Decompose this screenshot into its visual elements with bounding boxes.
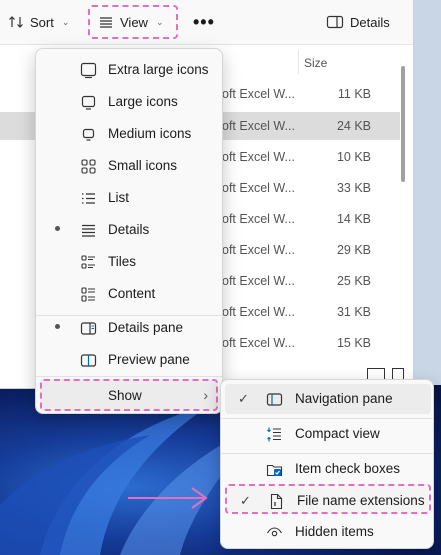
extra-large-icons-icon — [80, 62, 97, 79]
menu-item-large-icons[interactable]: Large icons — [40, 87, 218, 117]
large-icons-icon — [80, 94, 97, 111]
file-type: oft Excel W... — [222, 212, 295, 226]
more-icon: ••• — [193, 11, 215, 32]
details-pane-icon — [326, 14, 344, 30]
chevron-down-icon: ⌄ — [155, 16, 164, 27]
chevron-right-icon: › — [203, 387, 208, 403]
vertical-scrollbar[interactable] — [401, 66, 405, 182]
file-size: 11 KB — [337, 87, 371, 101]
file-type: oft Excel W... — [222, 119, 295, 133]
sort-label: Sort — [30, 14, 54, 30]
menu-item-extra-large-icons[interactable]: Extra large icons — [40, 55, 218, 85]
menu-item-file-name-extensions[interactable]: ✓ File name extensions — [225, 484, 431, 514]
menu-item-compact-view[interactable]: Compact view — [225, 419, 431, 449]
menu-divider — [36, 376, 222, 377]
menu-item-item-check-boxes[interactable]: Item check boxes — [225, 454, 431, 484]
file-type: oft Excel W... — [222, 274, 295, 288]
medium-icons-icon — [80, 126, 97, 143]
view-label: View — [120, 14, 148, 30]
menu-item-list[interactable]: List — [40, 183, 218, 213]
item-check-boxes-icon — [266, 461, 283, 478]
menu-item-label: List — [108, 190, 130, 205]
command-bar: Sort ⌄ View ⌄ ••• Details — [0, 0, 413, 45]
menu-item-label: Tiles — [108, 254, 137, 269]
file-type: oft Excel W... — [222, 87, 295, 101]
file-type: oft Excel W... — [222, 150, 295, 164]
file-type: oft Excel W... — [222, 336, 295, 350]
menu-item-label: Hidden items — [295, 524, 374, 539]
file-type: oft Excel W... — [222, 305, 295, 319]
file-type: oft Excel W... — [222, 181, 295, 195]
menu-item-content[interactable]: Content — [40, 279, 218, 309]
menu-item-label: Details pane — [108, 320, 184, 335]
small-icons-icon — [80, 158, 97, 175]
menu-item-preview-pane[interactable]: Preview pane — [40, 345, 218, 375]
details-pane-icon — [80, 320, 97, 337]
chevron-down-icon: ⌄ — [61, 16, 70, 27]
menu-item-show[interactable]: Show › — [40, 379, 218, 411]
size-column-header[interactable]: Size — [304, 56, 327, 70]
menu-item-label: Preview pane — [108, 352, 190, 367]
file-size: 25 KB — [336, 274, 371, 288]
menu-item-navigation-pane[interactable]: ✓ Navigation pane — [225, 384, 431, 414]
compact-view-icon — [266, 426, 283, 443]
menu-item-tiles[interactable]: Tiles — [40, 247, 218, 277]
file-size: 14 KB — [336, 212, 371, 226]
content-icon — [80, 286, 97, 303]
more-options-button[interactable]: ••• — [193, 8, 215, 36]
annotation-arrow-icon — [128, 487, 208, 509]
menu-item-label: Extra large icons — [108, 62, 209, 77]
menu-item-label: Small icons — [108, 158, 178, 173]
menu-item-label: Content — [108, 286, 156, 301]
details-label: Details — [350, 14, 390, 30]
checkmark-icon: ✓ — [238, 391, 249, 406]
menu-item-label: Navigation pane — [295, 391, 393, 406]
menu-item-label: Compact view — [295, 426, 380, 441]
menu-item-label: Show — [108, 388, 142, 403]
file-extension-icon — [268, 493, 285, 510]
file-size: 29 KB — [336, 243, 371, 257]
file-size: 10 KB — [336, 150, 371, 164]
selected-bullet-icon — [55, 226, 60, 231]
menu-item-label: Details — [108, 222, 150, 237]
sort-button[interactable]: Sort ⌄ — [8, 8, 69, 36]
column-separator[interactable] — [298, 50, 299, 74]
navigation-pane-icon — [266, 391, 283, 408]
menu-item-small-icons[interactable]: Small icons — [40, 151, 218, 181]
file-type: oft Excel W... — [222, 243, 295, 257]
details-icon — [80, 222, 97, 239]
menu-item-label: Medium icons — [108, 126, 192, 141]
view-lines-icon — [98, 14, 114, 30]
menu-item-label: Item check boxes — [295, 461, 401, 476]
menu-item-medium-icons[interactable]: Medium icons — [40, 119, 218, 149]
menu-item-label: File name extensions — [297, 493, 425, 508]
sort-icon — [8, 14, 24, 30]
list-icon — [80, 190, 97, 207]
selected-bullet-icon — [55, 324, 60, 329]
eye-icon — [266, 524, 283, 541]
menu-item-details[interactable]: Details — [40, 215, 218, 245]
preview-pane-icon — [80, 352, 97, 369]
menu-item-label: Large icons — [108, 94, 178, 109]
file-size: 24 KB — [336, 119, 371, 133]
file-size: 33 KB — [336, 181, 371, 195]
show-submenu: ✓ Navigation pane Compact view Item chec… — [220, 379, 434, 549]
checkmark-icon: ✓ — [240, 493, 251, 508]
menu-item-details-pane[interactable]: Details pane — [40, 313, 218, 343]
file-size: 31 KB — [336, 305, 371, 319]
view-menu: Extra large icons Large icons Medium ico… — [35, 48, 223, 414]
menu-item-hidden-items[interactable]: Hidden items — [225, 517, 431, 547]
details-pane-toggle-button[interactable]: Details — [326, 8, 390, 36]
file-size: 15 KB — [336, 336, 371, 350]
view-button[interactable]: View ⌄ — [88, 5, 178, 39]
tiles-icon — [80, 254, 97, 271]
